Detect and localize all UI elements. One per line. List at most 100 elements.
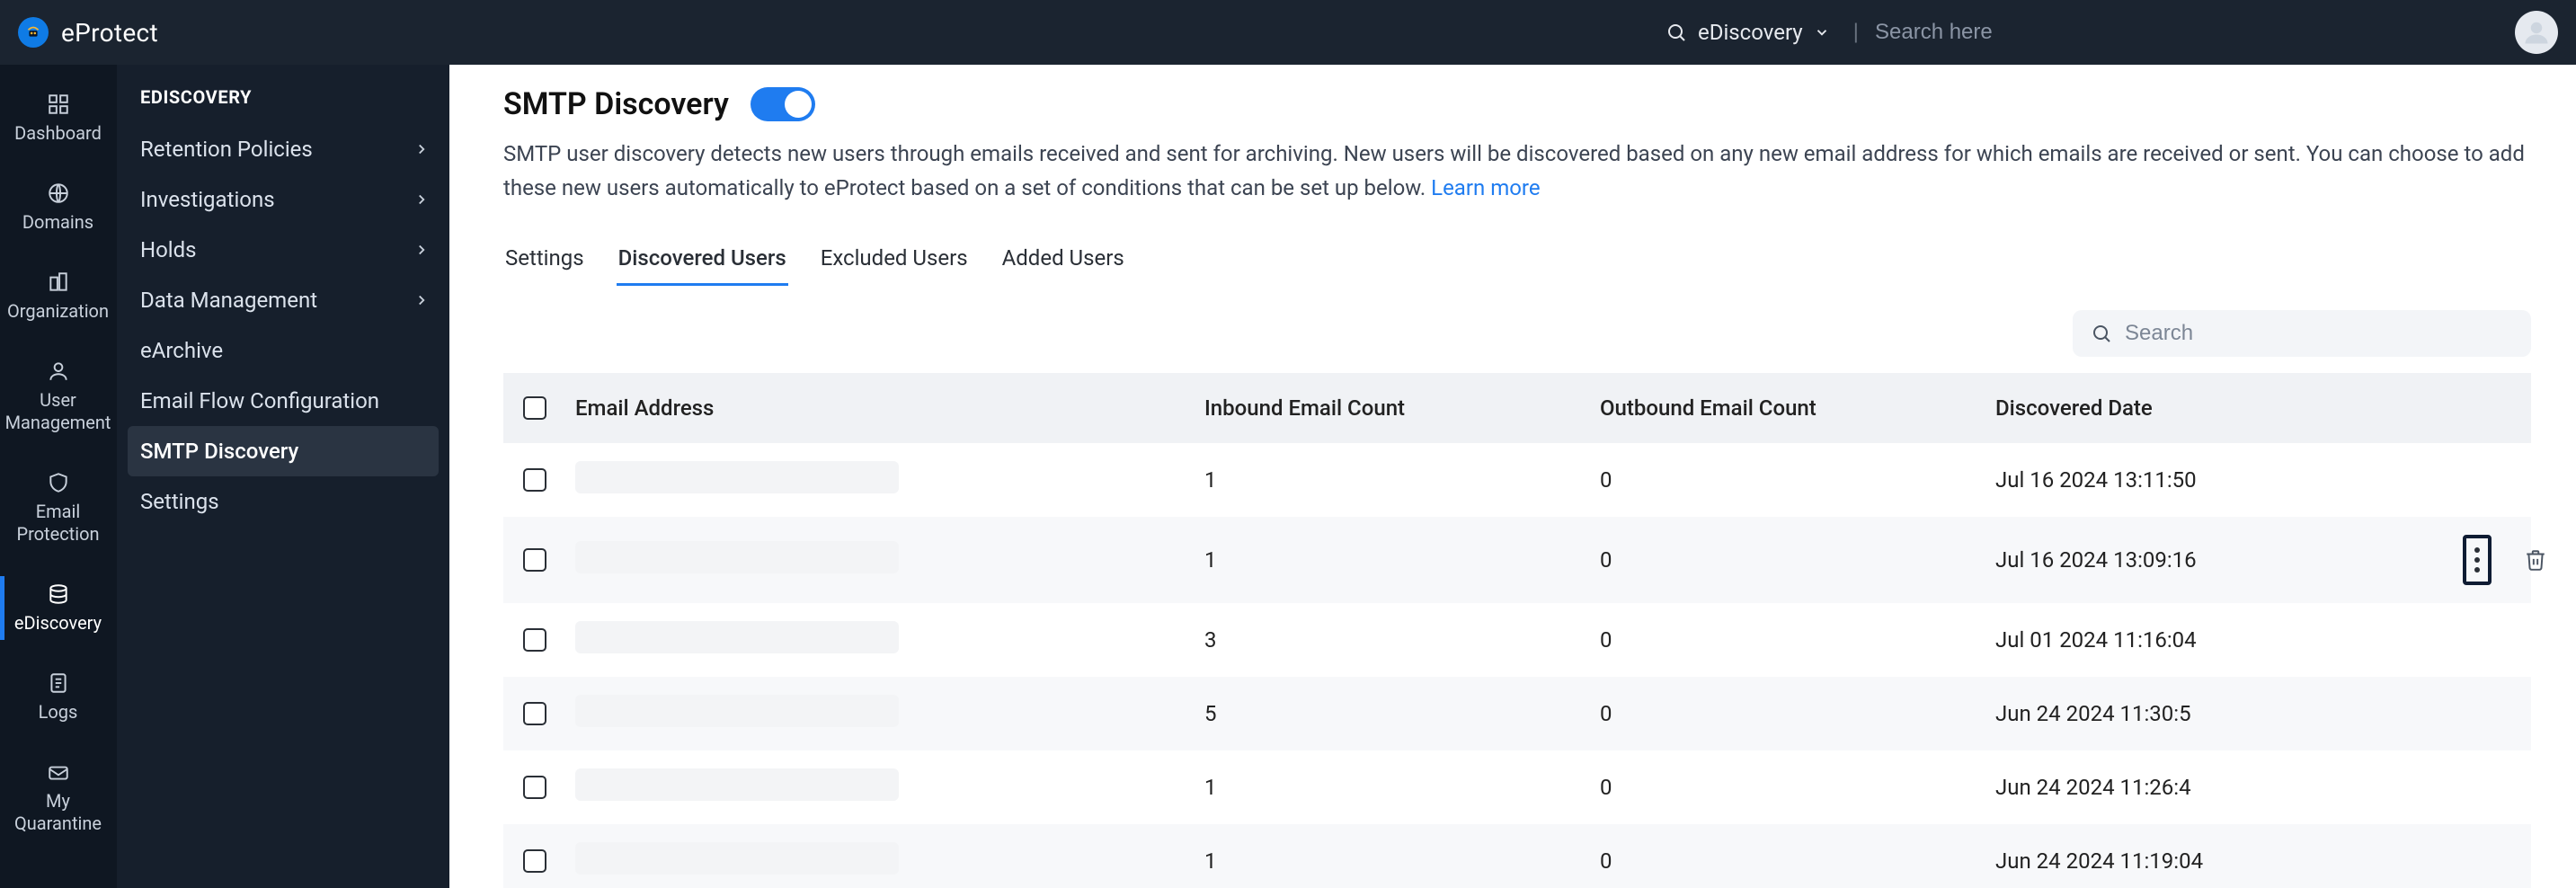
user-icon — [46, 359, 71, 384]
logs-icon — [46, 670, 71, 696]
kebab-icon — [2474, 547, 2480, 573]
row-select-cell — [503, 450, 566, 510]
rail-item-dashboard[interactable]: Dashboard — [0, 86, 116, 150]
cell-discovered-date: Jun 24 2024 11:30:5 — [1986, 683, 2454, 744]
row-checkbox[interactable] — [523, 548, 546, 572]
row-select-cell — [503, 684, 566, 743]
nav-item-email-flow-config[interactable]: Email Flow Configuration — [117, 376, 449, 426]
cell-outbound: 0 — [1591, 529, 1986, 591]
scope-selector[interactable]: eDiscovery | — [1657, 13, 2351, 51]
nav-item-data-management[interactable]: Data Management — [117, 275, 449, 325]
row-checkbox[interactable] — [523, 849, 546, 873]
quarantine-icon — [46, 759, 71, 785]
cell-inbound: 3 — [1195, 609, 1591, 670]
redacted-email — [575, 842, 899, 875]
nav-item-retention-policies[interactable]: Retention Policies — [117, 124, 449, 174]
nav-item-smtp-discovery[interactable]: SMTP Discovery — [128, 426, 439, 476]
nav-item-holds[interactable]: Holds — [117, 225, 449, 275]
redacted-email — [575, 541, 899, 573]
secondary-nav-title: EDISCOVERY — [117, 86, 449, 124]
rail-item-domains[interactable]: Domains — [0, 175, 116, 239]
chevron-right-icon — [413, 292, 430, 308]
row-actions — [2454, 622, 2562, 658]
redacted-email — [575, 621, 899, 653]
smtp-discovery-toggle[interactable] — [751, 87, 815, 121]
rail-item-email-protection[interactable]: Email Protection — [0, 465, 116, 551]
table-header-row: Email Address Inbound Email Count Outbou… — [503, 373, 2531, 443]
nav-item-settings[interactable]: Settings — [117, 476, 449, 527]
rail-label: User Management — [5, 389, 111, 434]
row-menu-button[interactable] — [2463, 535, 2492, 585]
nav-item-label: eArchive — [140, 338, 223, 363]
tab-settings[interactable]: Settings — [503, 245, 586, 286]
cell-email — [566, 677, 1195, 750]
nav-item-label: Data Management — [140, 288, 317, 313]
globe-icon — [46, 181, 71, 206]
cell-outbound: 0 — [1591, 449, 1986, 511]
page-title: SMTP Discovery — [503, 86, 729, 122]
cell-inbound: 1 — [1195, 757, 1591, 818]
rail-item-user-management[interactable]: User Management — [0, 353, 116, 440]
global-search-input[interactable] — [1875, 20, 2342, 45]
cell-outbound: 0 — [1591, 683, 1986, 744]
scope-label: eDiscovery — [1698, 20, 1803, 45]
cell-inbound: 1 — [1195, 529, 1591, 591]
avatar[interactable] — [2515, 11, 2558, 54]
table-row: 10Jul 16 2024 13:09:16 — [503, 517, 2531, 603]
learn-more-link[interactable]: Learn more — [1431, 175, 1540, 200]
table-row: 10Jul 16 2024 13:11:50 — [503, 443, 2531, 517]
cell-email — [566, 603, 1195, 677]
row-checkbox[interactable] — [523, 776, 546, 799]
nav-item-label: Email Flow Configuration — [140, 388, 379, 413]
cell-discovered-date: Jul 01 2024 11:16:04 — [1986, 609, 2454, 670]
nav-item-investigations[interactable]: Investigations — [117, 174, 449, 225]
rail-item-ediscovery[interactable]: eDiscovery — [0, 576, 116, 640]
tab-added-users[interactable]: Added Users — [1000, 245, 1126, 286]
row-actions — [2454, 462, 2562, 498]
col-email: Email Address — [566, 377, 1195, 439]
delete-row-button[interactable] — [2524, 548, 2547, 572]
select-all-checkbox[interactable] — [523, 396, 546, 420]
rail-label: eDiscovery — [14, 612, 102, 635]
select-all-cell — [503, 378, 566, 438]
row-checkbox[interactable] — [523, 702, 546, 725]
table-search-input[interactable] — [2125, 321, 2513, 346]
cell-discovered-date: Jun 24 2024 11:26:4 — [1986, 757, 2454, 818]
row-select-cell — [503, 831, 566, 888]
table-search[interactable] — [2073, 310, 2531, 357]
rail-label: Organization — [7, 300, 109, 323]
rail-label: Logs — [39, 701, 78, 724]
row-checkbox[interactable] — [523, 628, 546, 652]
redacted-email — [575, 768, 899, 801]
cell-email — [566, 523, 1195, 597]
primary-nav-rail: Dashboard Domains Organization User Mana… — [0, 65, 117, 888]
rail-label: My Quarantine — [14, 790, 102, 835]
row-actions — [2454, 517, 2562, 603]
brand: eProtect — [18, 17, 158, 48]
brand-logo-icon — [18, 17, 49, 48]
brand-name: eProtect — [61, 18, 158, 48]
rail-item-my-quarantine[interactable]: My Quarantine — [0, 754, 116, 840]
nav-item-earchive[interactable]: eArchive — [117, 325, 449, 376]
rail-item-organization[interactable]: Organization — [0, 264, 116, 328]
table-row: 50Jun 24 2024 11:30:5 — [503, 677, 2531, 750]
tab-discovered-users[interactable]: Discovered Users — [617, 245, 788, 286]
rail-item-logs[interactable]: Logs — [0, 665, 116, 729]
row-select-cell — [503, 530, 566, 590]
cell-email — [566, 824, 1195, 888]
chevron-down-icon — [1814, 24, 1830, 40]
table-toolbar — [503, 310, 2531, 357]
cell-outbound: 0 — [1591, 609, 1986, 670]
row-checkbox[interactable] — [523, 468, 546, 492]
shield-icon — [46, 470, 71, 495]
dashboard-icon — [46, 92, 71, 117]
table-row: 10Jun 24 2024 11:26:4 — [503, 750, 2531, 824]
chevron-right-icon — [413, 242, 430, 258]
search-icon — [2091, 323, 2112, 344]
cell-discovered-date: Jul 16 2024 13:09:16 — [1986, 529, 2454, 591]
chevron-right-icon — [413, 141, 430, 157]
tab-excluded-users[interactable]: Excluded Users — [819, 245, 970, 286]
nav-item-label: Holds — [140, 237, 197, 262]
nav-item-label: SMTP Discovery — [140, 439, 298, 464]
row-select-cell — [503, 758, 566, 817]
